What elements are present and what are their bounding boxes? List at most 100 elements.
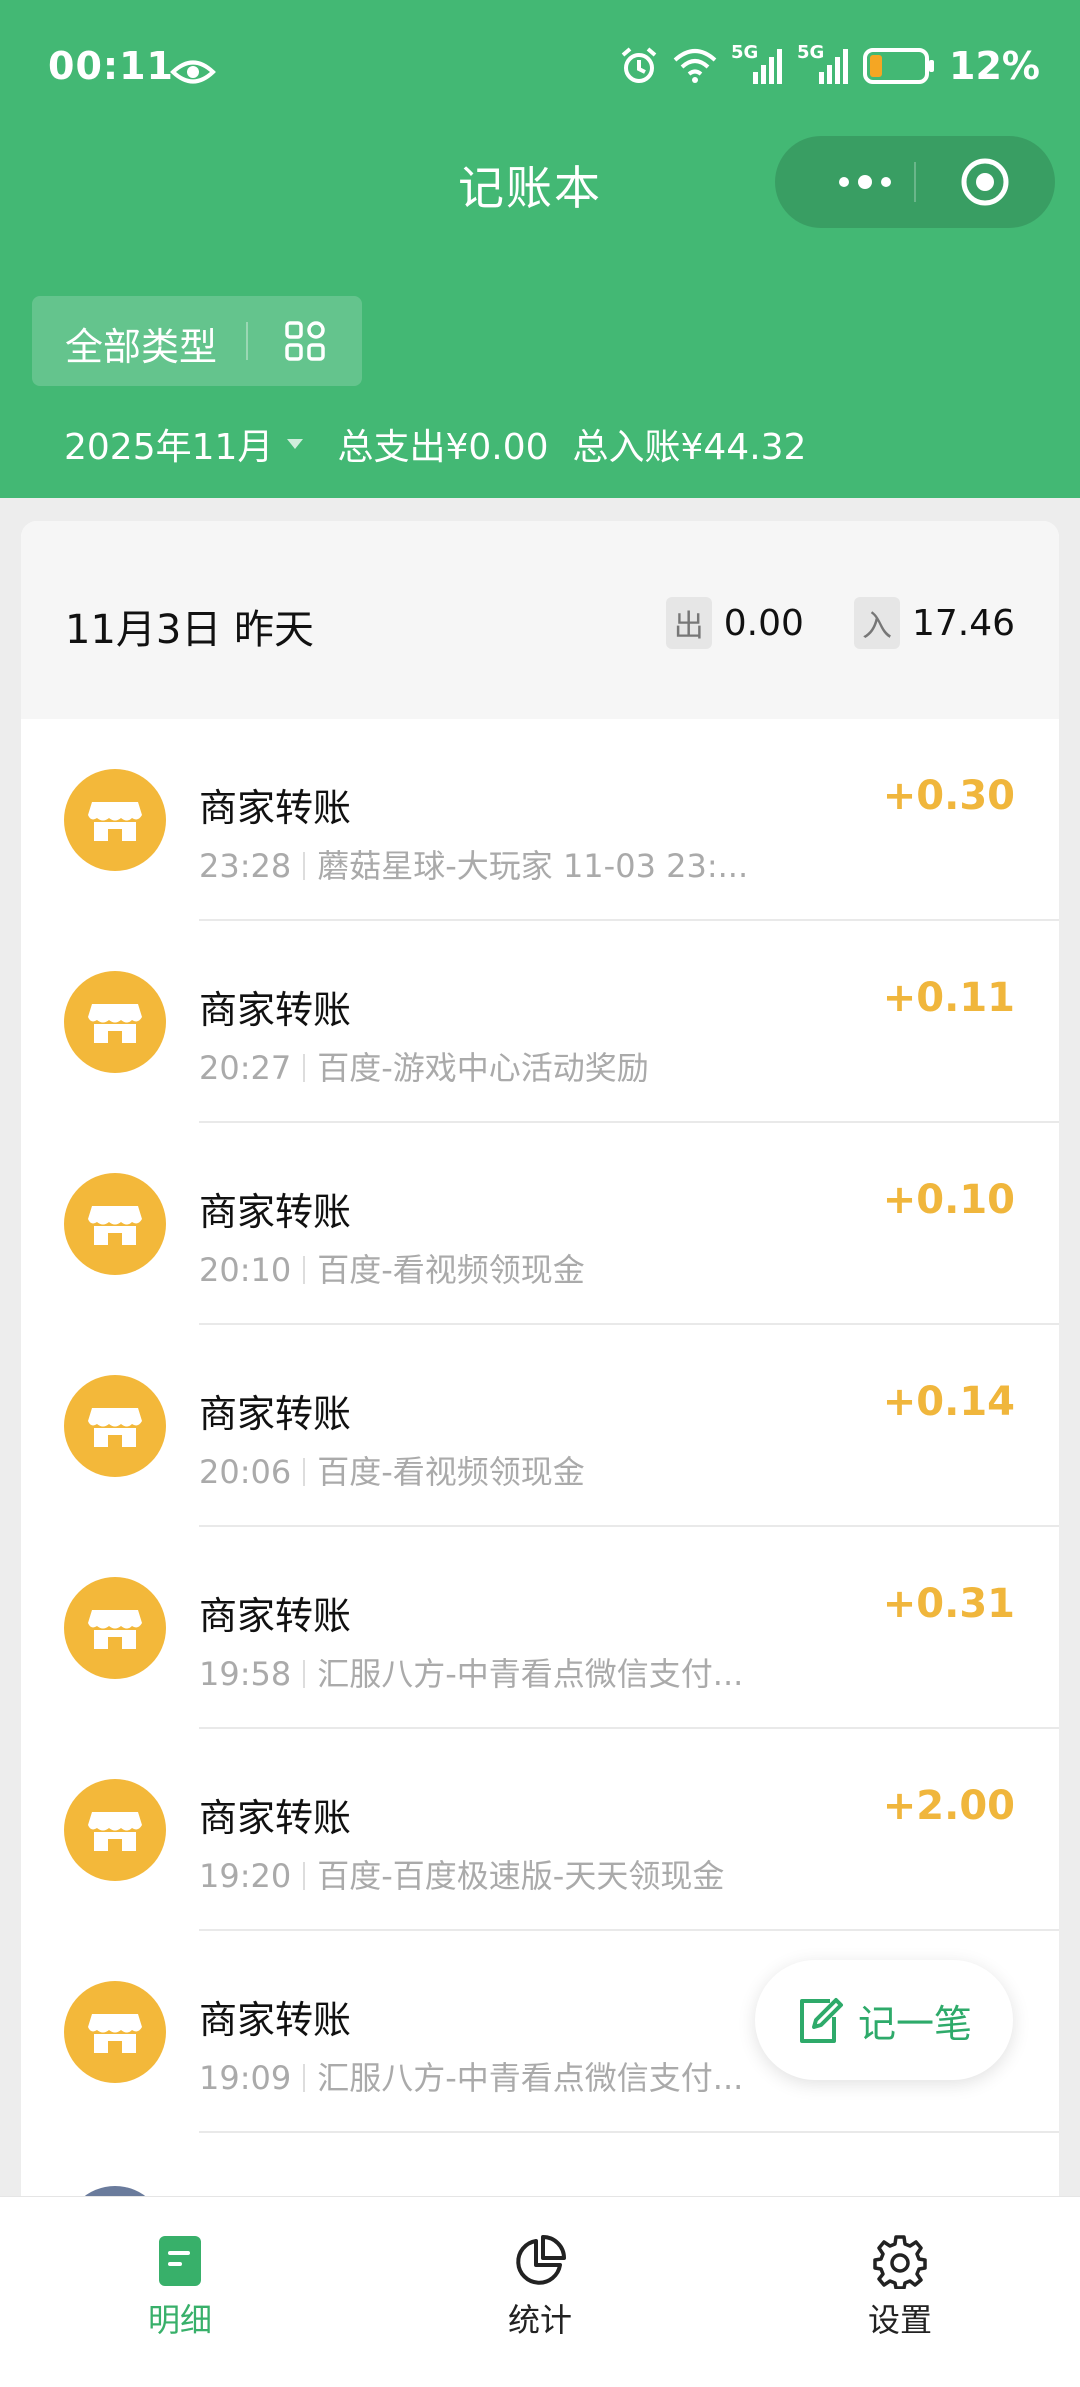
transaction-amount: +0.14: [882, 1379, 1015, 1425]
battery-icon: [863, 48, 935, 84]
transaction-time: 20:27: [199, 1049, 292, 1087]
add-record-label: 记一笔: [857, 2001, 972, 2046]
header: 00:11 5G 5G 12% 记账本 全部类型 2025年11月 总支出¥0.…: [0, 0, 1080, 498]
total-expense: 总支出¥0.00: [337, 427, 549, 468]
grid-icon: [283, 319, 327, 372]
transaction-desc: 百度-看视频领现金: [317, 1453, 585, 1491]
transaction-meta: 19:09 汇服八方-中青看点微信支付...: [199, 2053, 743, 2099]
wifi-icon: [673, 48, 717, 84]
store-icon: [64, 1375, 166, 1477]
transaction-name: 商家转账: [199, 1190, 352, 1234]
tab-statistics[interactable]: 统计: [460, 2233, 620, 2341]
transaction-name: 商家转账: [199, 786, 352, 830]
transaction-meta: 20:27 百度-游戏中心活动奖励: [199, 1043, 649, 1089]
transaction-amount: +0.30: [882, 773, 1015, 819]
tab-label: 统计: [507, 2301, 572, 2339]
transaction-desc: 百度-百度极速版-天天领现金: [317, 1857, 725, 1895]
transactions-card: 11月3日 昨天 出 0.00 入 17.46 商家转账 23:28 蘑菇星球-大…: [21, 521, 1059, 2387]
meta-divider: [303, 1862, 306, 1890]
detail-icon: [159, 2236, 201, 2286]
tab-label: 明细: [147, 2301, 212, 2339]
store-icon: [64, 971, 166, 1073]
transaction-row[interactable]: 商家转账 20:27 百度-游戏中心活动奖励 +0.11: [21, 921, 1059, 1123]
out-value: 0.00: [723, 602, 804, 644]
transaction-meta: 19:20 百度-百度极速版-天天领现金: [199, 1851, 724, 1897]
gear-icon: [873, 2235, 927, 2289]
transaction-amount: +2.00: [882, 1783, 1015, 1829]
transaction-time: 19:09: [199, 2059, 292, 2097]
filter-divider: [246, 322, 248, 360]
transaction-amount: +0.10: [882, 1177, 1015, 1223]
eye-icon: [170, 52, 216, 96]
meta-divider: [303, 1256, 306, 1284]
type-filter-label: 全部类型: [65, 325, 218, 369]
in-tag: 入: [853, 597, 900, 649]
transaction-name: 商家转账: [199, 1392, 352, 1436]
transaction-row[interactable]: 商家转账 20:06 百度-看视频领现金 +0.14: [21, 1325, 1059, 1527]
month-selector[interactable]: 2025年11月: [64, 418, 337, 470]
status-time: 00:11: [48, 44, 174, 88]
pie-chart-icon: [516, 2235, 566, 2285]
transaction-amount: +0.11: [882, 975, 1015, 1021]
more-icon[interactable]: [815, 136, 915, 228]
tab-detail[interactable]: 明细: [100, 2233, 260, 2341]
transaction-row[interactable]: 商家转账 19:58 汇服八方-中青看点微信支付... +0.31: [21, 1527, 1059, 1729]
month-label: 2025年11月: [64, 427, 274, 468]
row-divider: [199, 2131, 1059, 2133]
store-icon: [64, 1779, 166, 1881]
meta-divider: [303, 852, 306, 880]
signal-icon: 5G: [797, 42, 849, 86]
transaction-row[interactable]: 商家转账 20:10 百度-看视频领现金 +0.10: [21, 1123, 1059, 1325]
mini-program-capsule: [775, 136, 1055, 228]
meta-divider: [303, 2064, 306, 2092]
transaction-time: 19:20: [199, 1857, 292, 1895]
edit-note-icon: [799, 1998, 843, 2043]
meta-divider: [303, 1054, 306, 1082]
total-income: 总入账¥44.32: [572, 427, 807, 468]
battery-percent: 12%: [949, 44, 1040, 88]
tab-settings[interactable]: 设置: [820, 2233, 980, 2341]
transaction-desc: 汇服八方-中青看点微信支付...: [317, 1655, 744, 1693]
alarm-icon: [619, 46, 659, 86]
store-icon: [64, 769, 166, 871]
tab-bar: 明细 统计 设置: [0, 2196, 1080, 2387]
transaction-desc: 百度-看视频领现金: [317, 1251, 585, 1289]
month-summary: 2025年11月 总支出¥0.00 总入账¥44.32: [64, 418, 806, 470]
capsule-divider: [914, 162, 916, 202]
caret-down-icon: [287, 439, 304, 449]
in-value: 17.46: [911, 602, 1015, 644]
transaction-meta: 23:28 蘑菇星球-大玩家 11-03 23:...: [199, 841, 748, 887]
close-target-icon[interactable]: [960, 157, 1010, 211]
transaction-name: 商家转账: [199, 988, 352, 1032]
transaction-meta: 20:10 百度-看视频领现金: [199, 1245, 585, 1291]
meta-divider: [303, 1458, 306, 1486]
meta-divider: [303, 1660, 306, 1688]
out-tag: 出: [665, 597, 712, 649]
day-header: 11月3日 昨天 出 0.00 入 17.46: [21, 521, 1059, 719]
transaction-meta: 19:58 汇服八方-中青看点微信支付...: [199, 1649, 743, 1695]
status-icons: 5G 5G 12%: [619, 42, 1040, 88]
transaction-name: 商家转账: [199, 1796, 352, 1840]
day-title: 11月3日 昨天: [65, 607, 315, 653]
store-icon: [64, 1981, 166, 2083]
transaction-desc: 百度-游戏中心活动奖励: [317, 1049, 649, 1087]
transaction-amount: +0.31: [882, 1581, 1015, 1627]
transaction-row[interactable]: 商家转账 19:20 百度-百度极速版-天天领现金 +2.00: [21, 1729, 1059, 1931]
transaction-name: 商家转账: [199, 1594, 352, 1638]
day-stats: 出 0.00 入 17.46: [665, 597, 1015, 649]
tab-label: 设置: [867, 2301, 932, 2339]
transaction-desc: 汇服八方-中青看点微信支付...: [317, 2059, 744, 2097]
transaction-time: 19:58: [199, 1655, 292, 1693]
transaction-list: 商家转账 23:28 蘑菇星球-大玩家 11-03 23:... +0.30 商家…: [21, 719, 1059, 2133]
transaction-time: 20:10: [199, 1251, 292, 1289]
type-filter-button[interactable]: 全部类型: [32, 296, 362, 386]
transaction-desc: 蘑菇星球-大玩家 11-03 23:...: [317, 847, 749, 885]
store-icon: [64, 1577, 166, 1679]
transaction-time: 23:28: [199, 847, 292, 885]
add-record-button[interactable]: 记一笔: [755, 1960, 1013, 2080]
transaction-time: 20:06: [199, 1453, 292, 1491]
status-bar: 00:11 5G 5G 12%: [0, 38, 1080, 98]
store-icon: [64, 1173, 166, 1275]
signal-icon: 5G: [731, 42, 783, 86]
transaction-row[interactable]: 商家转账 23:28 蘑菇星球-大玩家 11-03 23:... +0.30: [21, 719, 1059, 921]
